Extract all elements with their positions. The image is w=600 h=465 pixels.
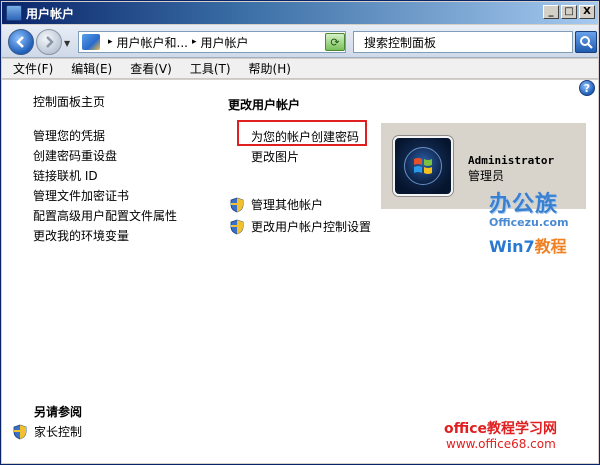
left-pane: 控制面板主页 管理您的凭据 创建密码重设盘 链接联机 ID 管理文件加密证书 配… — [33, 92, 223, 246]
breadcrumb-user-accounts-family[interactable]: 用户帐户和... — [117, 34, 188, 51]
breadcrumb-user-accounts[interactable]: 用户帐户 — [201, 34, 249, 51]
minimize-button[interactable]: _ — [543, 5, 559, 19]
manage-encryption-certs-link[interactable]: 管理文件加密证书 — [33, 186, 223, 206]
help-icon[interactable]: ? — [579, 80, 595, 96]
brand-watermark-url: Officezu.com — [489, 216, 569, 229]
advanced-profile-properties-link[interactable]: 配置高级用户配置文件属性 — [33, 206, 223, 226]
window: 用户帐户 _ □ X ▼ ▸ 用户帐户和... ▸ 用户帐户 ▼ ⟳ 搜索控制面… — [0, 0, 600, 465]
uac-settings-label: 更改用户帐户控制设置 — [251, 220, 372, 234]
shield-icon — [13, 424, 27, 439]
maximize-button[interactable]: □ — [561, 5, 577, 19]
control-panel-icon — [82, 34, 100, 50]
refresh-button[interactable]: ⟳ — [325, 33, 345, 51]
search-button[interactable] — [575, 31, 597, 53]
win7-watermark-label: Win7 — [489, 237, 535, 256]
create-password-link[interactable]: 为您的帐户创建密码 — [251, 128, 359, 145]
office-watermark-title: office教程学习网 — [444, 421, 558, 437]
windows-logo-icon — [414, 158, 432, 174]
refresh-icon: ⟳ — [330, 35, 340, 49]
search-icon — [580, 36, 593, 49]
see-also-heading: 另请参阅 — [34, 405, 83, 419]
arrow-right-icon — [46, 36, 54, 48]
uac-settings-link[interactable]: 更改用户帐户控制设置 — [229, 218, 371, 235]
forward-button[interactable] — [36, 29, 62, 55]
close-button[interactable]: X — [579, 5, 595, 19]
user-accounts-icon — [6, 5, 22, 21]
manage-other-accounts-label: 管理其他帐户 — [251, 198, 324, 212]
window-controls: _ □ X — [543, 5, 595, 19]
office-watermark-url: www.office68.com — [446, 437, 556, 451]
control-panel-home-link[interactable]: 控制面板主页 — [33, 92, 223, 112]
page-title: 更改用户帐户 — [228, 98, 301, 112]
shield-icon — [230, 197, 244, 212]
link-online-id-link[interactable]: 链接联机 ID — [33, 166, 223, 186]
menu-view[interactable]: 查看(V) — [122, 60, 180, 77]
menu-file[interactable]: 文件(F) — [5, 60, 61, 77]
breadcrumb-separator-icon[interactable]: ▸ — [108, 37, 113, 47]
win7-watermark-suffix: 教程 — [534, 237, 567, 256]
win7-watermark: Win7教程 — [489, 233, 589, 257]
change-env-variables-link[interactable]: 更改我的环境变量 — [33, 226, 223, 246]
user-role: 管理员 — [468, 169, 505, 183]
breadcrumb-separator-icon[interactable]: ▸ — [192, 37, 197, 47]
avatar[interactable] — [393, 136, 453, 196]
create-reset-disk-link[interactable]: 创建密码重设盘 — [33, 146, 223, 166]
recent-pages-chevron-icon[interactable]: ▼ — [64, 39, 70, 48]
brand-watermark: 办公族 Officezu.com Win7教程 — [489, 186, 589, 257]
menu-help[interactable]: 帮助(H) — [241, 60, 299, 77]
parental-controls-label: 家长控制 — [34, 425, 83, 439]
arrow-left-icon — [16, 36, 24, 48]
menu-edit[interactable]: 编辑(E) — [63, 60, 120, 77]
shield-icon — [230, 219, 244, 234]
parental-controls-link[interactable]: 家长控制 — [12, 423, 82, 440]
manage-credentials-link[interactable]: 管理您的凭据 — [33, 126, 223, 146]
change-picture-link[interactable]: 更改图片 — [251, 148, 299, 165]
manage-other-accounts-link[interactable]: 管理其他帐户 — [229, 196, 323, 213]
content-area: ? 控制面板主页 管理您的凭据 创建密码重设盘 链接联机 ID 管理文件加密证书… — [2, 80, 598, 463]
brand-watermark-name: 办公族 — [489, 192, 559, 217]
title-bar[interactable]: 用户帐户 _ □ X — [2, 2, 598, 24]
menu-tools[interactable]: 工具(T) — [182, 60, 239, 77]
search-input[interactable]: 搜索控制面板 — [353, 31, 573, 53]
window-title: 用户帐户 — [26, 6, 75, 21]
address-field[interactable]: ▸ 用户帐户和... ▸ 用户帐户 ▼ — [78, 31, 346, 53]
address-toolbar: ▼ ▸ 用户帐户和... ▸ 用户帐户 ▼ ⟳ 搜索控制面板 — [2, 25, 598, 58]
menu-bar: 文件(F) 编辑(E) 查看(V) 工具(T) 帮助(H) — [2, 59, 598, 79]
user-name: Administrator — [468, 154, 555, 167]
back-button[interactable] — [8, 29, 34, 55]
